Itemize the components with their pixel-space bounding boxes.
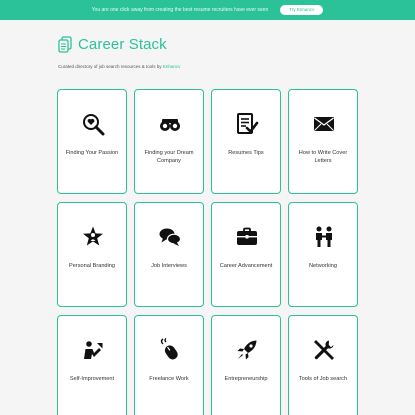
binoculars-icon — [158, 112, 182, 136]
card-label: Resumes Tips — [228, 150, 264, 156]
enhancv-link[interactable]: Enhancv — [163, 64, 181, 69]
card-self-improvement[interactable]: Self-Improvement — [57, 315, 127, 415]
page-title: Career Stack — [78, 36, 167, 53]
card-freelance-work[interactable]: Freelance Work — [134, 315, 204, 415]
people-icon — [312, 225, 336, 249]
growth-person-icon — [81, 338, 105, 362]
card-finding-your-dream-company[interactable]: Finding your Dream Company — [134, 89, 204, 194]
tagline-text: Curated directory of job search resource… — [58, 64, 163, 69]
card-personal-branding[interactable]: Personal Branding — [57, 202, 127, 307]
card-tools-of-job-search[interactable]: Tools of Job search — [288, 315, 358, 415]
rocket-icon — [235, 338, 259, 362]
resume-check-icon — [235, 112, 259, 136]
mouse-icon — [158, 338, 182, 362]
star-person-icon — [81, 225, 105, 249]
tagline: Curated directory of job search resource… — [58, 64, 180, 69]
card-resumes-tips[interactable]: Resumes Tips — [211, 89, 281, 194]
card-finding-your-passion[interactable]: Finding Your Passion — [57, 89, 127, 194]
card-label: Career Advancement — [219, 263, 273, 269]
try-enhancv-button[interactable]: Try Enhancv — [280, 4, 324, 16]
card-label: How to Write Cover Letters — [298, 150, 348, 164]
chat-bubbles-icon — [158, 225, 182, 249]
card-label: Personal Branding — [68, 263, 116, 269]
envelope-icon — [312, 112, 336, 136]
card-label: Self-Improvement — [69, 376, 115, 382]
card-label: Finding your Dream Company — [144, 150, 194, 164]
card-career-advancement[interactable]: Career Advancement — [211, 202, 281, 307]
stack-logo-icon — [58, 36, 72, 53]
brand-header[interactable]: Career Stack — [58, 36, 167, 53]
card-label: Networking — [309, 263, 337, 269]
card-label: Entrepreneurship — [224, 376, 268, 382]
promo-banner: You are one click away from creating the… — [0, 0, 415, 20]
card-networking[interactable]: Networking — [288, 202, 358, 307]
card-label: Finding Your Passion — [65, 150, 119, 156]
card-label: Job Interviews — [151, 263, 187, 269]
search-heart-icon — [81, 112, 105, 136]
card-job-interviews[interactable]: Job Interviews — [134, 202, 204, 307]
card-cover-letters[interactable]: How to Write Cover Letters — [288, 89, 358, 194]
card-entrepreneurship[interactable]: Entrepreneurship — [211, 315, 281, 415]
card-label: Tools of Job search — [298, 376, 348, 382]
briefcase-icon — [235, 225, 259, 249]
banner-text: You are one click away from creating the… — [91, 7, 269, 13]
card-label: Freelance Work — [149, 376, 189, 382]
tools-icon — [312, 338, 336, 362]
